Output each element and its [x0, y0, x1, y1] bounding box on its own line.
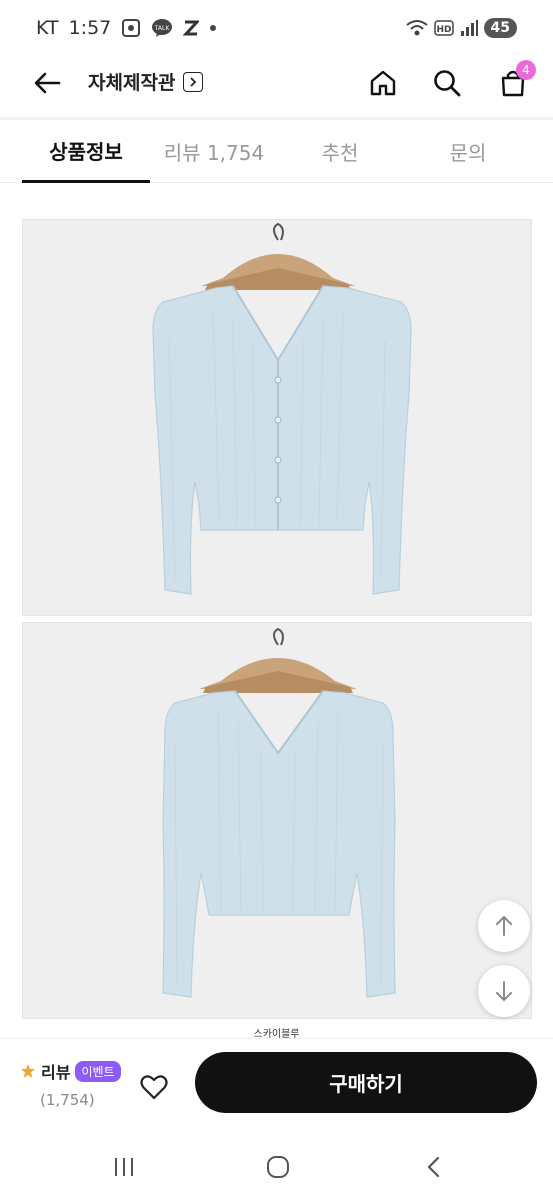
screen: KT 1:57 TALK HD 45 자체제작관 4 상품정보 리뷰 1,754…: [0, 0, 553, 1200]
cardigan-illustration-1: [152, 222, 412, 595]
tab-recommend[interactable]: 추천: [276, 120, 404, 183]
heart-icon: [140, 1075, 168, 1100]
system-nav-bar: [0, 1134, 553, 1200]
battery-indicator: 45: [483, 18, 517, 38]
home-nav-icon: [267, 1156, 289, 1178]
carrier-label: KT: [36, 17, 59, 39]
scroll-bottom-button[interactable]: [478, 965, 530, 1017]
wifi-icon: [405, 19, 428, 37]
home-icon: [370, 70, 396, 96]
dot-icon: [209, 24, 217, 32]
back-nav-button[interactable]: [414, 1152, 454, 1182]
tab-inquiry[interactable]: 문의: [404, 120, 532, 183]
cardigan-illustration-2: [162, 627, 396, 998]
scroll-top-button[interactable]: [478, 900, 530, 952]
buy-bar: 리뷰 이벤트 (1,754) 구매하기: [0, 1038, 553, 1134]
home-nav-button[interactable]: [258, 1152, 298, 1182]
product-image-1[interactable]: [22, 219, 532, 616]
review-count: (1,754): [40, 1091, 95, 1109]
tab-reviews[interactable]: 리뷰 1,754: [150, 120, 278, 183]
hd-icon: HD: [433, 20, 454, 36]
cart-count-badge: 4: [516, 60, 536, 80]
search-icon: [434, 70, 461, 97]
review-summary-top: 리뷰 이벤트: [20, 1059, 121, 1083]
product-tabs: 상품정보 리뷰 1,754 추천 문의: [0, 120, 553, 183]
status-right: HD 45: [405, 18, 517, 38]
status-left: KT 1:57 TALK: [36, 17, 217, 39]
z-app-icon: [183, 19, 200, 37]
home-button[interactable]: [364, 64, 402, 102]
status-time: 1:57: [68, 17, 112, 39]
arrow-up-icon: [496, 916, 512, 936]
search-button[interactable]: [428, 64, 466, 102]
signal-icon: [460, 20, 478, 36]
screenshot-icon: [121, 18, 141, 38]
svg-text:HD: HD: [436, 25, 451, 35]
cart-button[interactable]: 4: [494, 60, 536, 102]
event-badge: 이벤트: [75, 1060, 121, 1082]
buy-button[interactable]: 구매하기: [195, 1052, 537, 1113]
back-arrow-icon: [34, 72, 61, 94]
tab-product-info[interactable]: 상품정보: [22, 120, 150, 183]
store-link[interactable]: 자체제작관: [88, 68, 204, 95]
back-button[interactable]: [30, 68, 64, 98]
recent-apps-button[interactable]: [104, 1152, 144, 1182]
arrow-down-icon: [496, 981, 512, 1001]
app-header: 자체제작관 4: [0, 56, 553, 110]
back-nav-icon: [427, 1156, 440, 1178]
chevron-right-icon: [183, 71, 204, 92]
recent-apps-icon: [115, 1158, 133, 1176]
store-name: 자체제작관: [88, 72, 176, 94]
svg-text:TALK: TALK: [154, 25, 171, 32]
star-icon: [21, 1064, 35, 1078]
review-summary[interactable]: 리뷰 이벤트 (1,754): [20, 1059, 121, 1109]
review-label: 리뷰: [41, 1063, 71, 1082]
status-bar: KT 1:57 TALK HD 45: [0, 0, 553, 56]
product-image-2[interactable]: [22, 622, 532, 1019]
wishlist-button[interactable]: [136, 1069, 172, 1105]
kakaotalk-icon: TALK: [151, 18, 173, 38]
